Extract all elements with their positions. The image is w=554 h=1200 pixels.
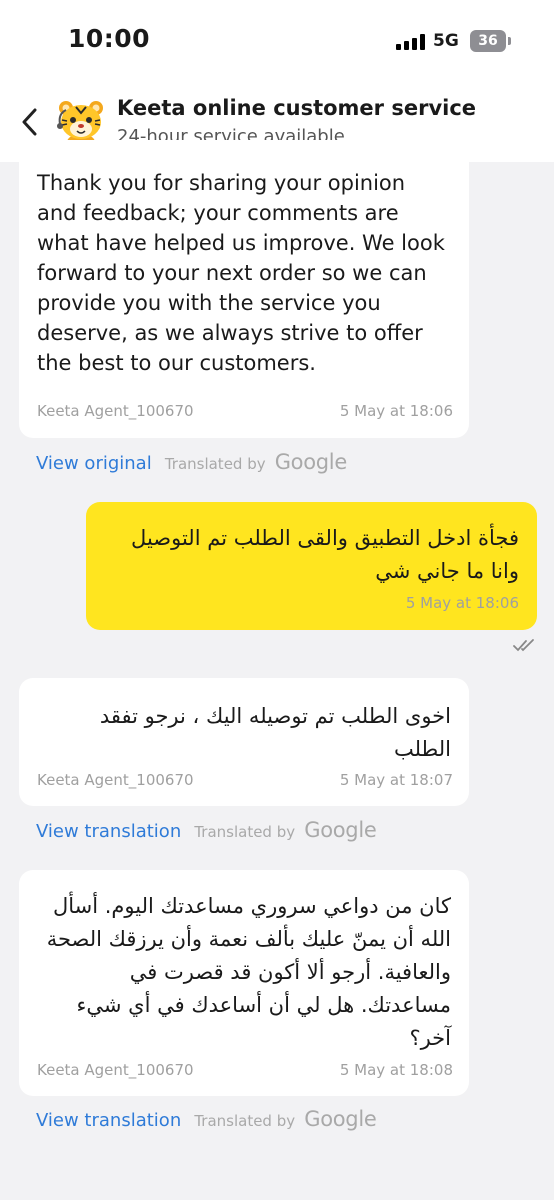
translated-by-label: Translated by xyxy=(194,1112,296,1130)
header-overlap xyxy=(0,140,554,162)
agent-message-bubble: اخوى الطلب تم توصيله اليك ، نرجو تفقد ال… xyxy=(19,678,469,806)
google-logo: Google xyxy=(304,1107,377,1131)
message-text: Thank you for sharing your opinion and f… xyxy=(37,171,445,375)
view-translation-link[interactable]: View translation xyxy=(36,821,181,842)
translated-by-label: Translated by xyxy=(194,823,296,841)
message-sender: Keeta Agent_100670 xyxy=(37,402,194,420)
google-logo: Google xyxy=(304,818,377,842)
translation-row: View translation Translated by Google xyxy=(36,1107,377,1133)
message-text: اخوى الطلب تم توصيله اليك ، نرجو تفقد ال… xyxy=(99,704,451,761)
status-time: 10:00 xyxy=(68,24,151,53)
network-type: 5G xyxy=(433,31,459,51)
chat-title: Keeta online customer service xyxy=(117,96,477,120)
user-message-bubble: فجأة ادخل التطبيق والقى الطلب تم التوصيل… xyxy=(86,502,537,630)
translated-by-label: Translated by xyxy=(164,455,266,473)
message-time: 5 May at 18:08 xyxy=(339,1061,453,1079)
status-bar: 10:00 5G 36 xyxy=(0,0,554,84)
chevron-left-icon xyxy=(22,108,37,136)
translation-row: View translation Translated by Google xyxy=(36,818,377,844)
message-time: 5 May at 18:06 xyxy=(339,402,453,420)
translation-row: View original Translated by Google xyxy=(36,450,347,476)
battery-tip xyxy=(508,37,511,45)
view-original-link[interactable]: View original xyxy=(36,453,152,474)
back-button[interactable] xyxy=(16,104,44,140)
message-sender: Keeta Agent_100670 xyxy=(37,1061,194,1079)
agent-message-bubble: Thank you for sharing your opinion and f… xyxy=(19,140,469,438)
message-sender: Keeta Agent_100670 xyxy=(37,771,194,789)
message-time: 5 May at 18:07 xyxy=(339,771,453,789)
message-text: كان من دواعي سروري مساعدتك اليوم. أسأل ا… xyxy=(46,894,451,1050)
view-translation-link[interactable]: View translation xyxy=(36,1110,181,1131)
top-area: 10:00 5G 36 Keeta online customer servic… xyxy=(0,0,554,162)
agent-message-bubble: كان من دواعي سروري مساعدتك اليوم. أسأل ا… xyxy=(19,870,469,1096)
signal-strength-icon xyxy=(396,34,426,50)
battery-icon: 36 xyxy=(470,30,506,52)
google-logo: Google xyxy=(274,450,348,474)
message-text: فجأة ادخل التطبيق والقى الطلب تم التوصيل… xyxy=(131,526,519,583)
message-time: 5 May at 18:06 xyxy=(405,594,519,612)
double-check-icon xyxy=(513,639,534,652)
